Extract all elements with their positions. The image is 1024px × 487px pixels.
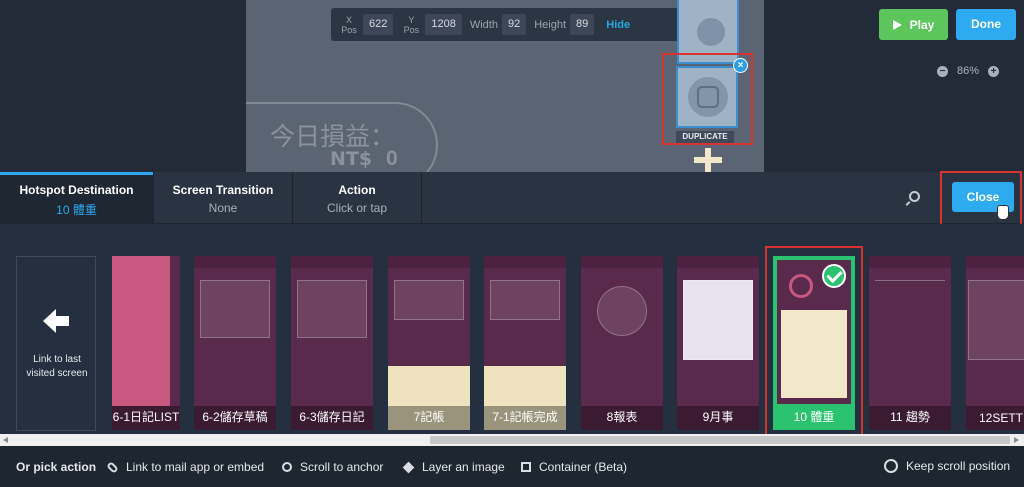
screen-label: 6-3儲存日記 bbox=[299, 410, 365, 424]
screen-label: 6-1日記LIST bbox=[112, 410, 180, 424]
tab-divider bbox=[421, 172, 422, 224]
play-label: Play bbox=[909, 17, 935, 32]
height-input[interactable]: 89 bbox=[570, 14, 595, 35]
selected-screen-highlight bbox=[765, 246, 863, 439]
back-arrow-icon bbox=[43, 309, 71, 333]
tab-value: Click or tap bbox=[326, 201, 388, 215]
mail-embed-option[interactable]: Link to mail app or embed bbox=[106, 460, 265, 474]
screen-thumb[interactable]: 8報表 bbox=[581, 256, 663, 430]
tab-hotspot-destination[interactable]: Hotspot Destination 10 體重 bbox=[0, 172, 153, 224]
screen-thumb[interactable]: 9月事 bbox=[677, 256, 759, 430]
zoom-level: 86% bbox=[957, 65, 980, 77]
width-input[interactable]: 92 bbox=[501, 14, 527, 35]
screen-label: 12SETTIN bbox=[978, 411, 1024, 425]
position-toolbar: X Pos 622 Y Pos 1208 Width 92 Height 89 Hi… bbox=[331, 8, 695, 41]
thumb-content bbox=[394, 280, 464, 320]
y-pos-input[interactable]: 1208 bbox=[425, 14, 462, 35]
play-button[interactable]: Play bbox=[879, 9, 948, 40]
hand-cursor-icon bbox=[997, 205, 1009, 220]
zoom-in-icon[interactable]: + bbox=[988, 65, 1000, 77]
editor-canvas-area: 今日損益： NT$ 0 X Pos 622 Y Pos 1208 Width 92 … bbox=[0, 0, 1024, 172]
screen-label: 8報表 bbox=[606, 410, 638, 424]
zoom-control: − 86% + bbox=[937, 65, 1000, 77]
scrollbar-thumb[interactable] bbox=[430, 436, 1010, 444]
zoom-out-icon[interactable]: − bbox=[937, 65, 948, 77]
search-icon[interactable] bbox=[909, 191, 920, 202]
link-last-visited-button[interactable]: Link to last visited screen bbox=[16, 256, 96, 431]
done-button[interactable]: Done bbox=[956, 9, 1016, 40]
thumb-content bbox=[112, 256, 170, 406]
layers-icon bbox=[402, 461, 415, 473]
tab-title: Screen Transition bbox=[172, 183, 274, 197]
drop-icon bbox=[697, 18, 725, 46]
keep-scroll-label: Keep scroll position bbox=[906, 459, 1011, 473]
thumb-content bbox=[968, 280, 1024, 360]
y-pos-label: Y Pos bbox=[403, 14, 420, 35]
thumb-content bbox=[597, 286, 647, 336]
screen-thumb[interactable]: 7-1記帳完成 bbox=[484, 256, 566, 430]
x-pos-label: X Pos bbox=[341, 14, 357, 35]
layer-image-label: Layer an image bbox=[422, 460, 505, 474]
scale-icon bbox=[697, 86, 719, 108]
plus-icon-bar bbox=[694, 157, 722, 163]
tab-value: None bbox=[208, 201, 238, 215]
tab-action[interactable]: Action Click or tap bbox=[293, 172, 421, 224]
screen-label: 9月事 bbox=[702, 410, 734, 424]
screen-label: 7記帳 bbox=[413, 410, 445, 424]
scroll-right-icon[interactable] bbox=[1014, 437, 1019, 443]
screen-thumb[interactable]: 6-2儲存草稿 bbox=[194, 256, 276, 430]
hotspot-selected[interactable] bbox=[676, 66, 738, 128]
screen-thumb[interactable]: 11 趨勢 bbox=[869, 256, 951, 430]
canvas-currency: NT$ bbox=[330, 148, 373, 170]
tab-title: Hotspot Destination bbox=[19, 183, 134, 197]
thumb-content bbox=[200, 280, 270, 338]
container-label: Container (Beta) bbox=[539, 460, 628, 474]
scroll-anchor-option[interactable]: Scroll to anchor bbox=[282, 460, 383, 474]
keep-scroll-radio[interactable] bbox=[884, 459, 898, 473]
thumb-content bbox=[297, 280, 367, 338]
screen-label: 7-1記帳完成 bbox=[492, 410, 558, 424]
action-bar: Or pick action Link to mail app or embed… bbox=[0, 446, 1024, 487]
screen-label: 11 趨勢 bbox=[890, 410, 930, 424]
thumb-content bbox=[875, 280, 945, 338]
play-icon bbox=[892, 19, 902, 30]
screen-thumb[interactable]: 6-1日記LIST bbox=[112, 256, 180, 430]
hide-button[interactable]: Hide bbox=[606, 19, 630, 31]
back-link-label: Link to last visited screen bbox=[26, 354, 88, 379]
tab-value: 10 體重 bbox=[56, 203, 97, 217]
mail-embed-label: Link to mail app or embed bbox=[126, 460, 265, 474]
container-option[interactable]: Container (Beta) bbox=[521, 460, 627, 474]
keep-scroll-option[interactable]: Keep scroll position bbox=[884, 459, 1010, 473]
screen-thumb[interactable]: 6-3儲存日記 bbox=[291, 256, 373, 430]
scroll-anchor-label: Scroll to anchor bbox=[300, 460, 384, 474]
screen-label: 6-2儲存草稿 bbox=[202, 410, 268, 424]
layer-image-option[interactable]: Layer an image bbox=[402, 460, 505, 474]
anchor-icon bbox=[282, 462, 292, 472]
link-icon bbox=[106, 460, 119, 474]
link-panel-tabs: Hotspot Destination 10 體重 Screen Transit… bbox=[0, 172, 1024, 224]
scroll-left-icon[interactable] bbox=[3, 437, 8, 443]
canvas-amount: 0 bbox=[386, 147, 398, 170]
or-pick-action-label: Or pick action bbox=[16, 460, 97, 474]
duplicate-button[interactable]: DUPLICATE bbox=[676, 131, 734, 143]
height-label: Height bbox=[534, 18, 567, 31]
prototype-editor: 今日損益： NT$ 0 X Pos 622 Y Pos 1208 Width 92 … bbox=[0, 0, 1024, 487]
screen-strip: Link to last visited screen 6-1日記LIST 6-… bbox=[0, 224, 1024, 434]
screen-thumb[interactable]: 7記帳 bbox=[388, 256, 470, 430]
remove-hotspot-icon[interactable]: × bbox=[733, 58, 748, 73]
container-icon bbox=[521, 462, 531, 472]
x-pos-input[interactable]: 622 bbox=[363, 14, 394, 35]
tab-screen-transition[interactable]: Screen Transition None bbox=[154, 172, 292, 224]
width-label: Width bbox=[469, 18, 498, 31]
thumb-content bbox=[683, 280, 753, 360]
tab-title: Action bbox=[338, 183, 376, 197]
thumb-content bbox=[490, 280, 560, 320]
screen-thumb[interactable]: 12SETTIN bbox=[966, 256, 1024, 430]
